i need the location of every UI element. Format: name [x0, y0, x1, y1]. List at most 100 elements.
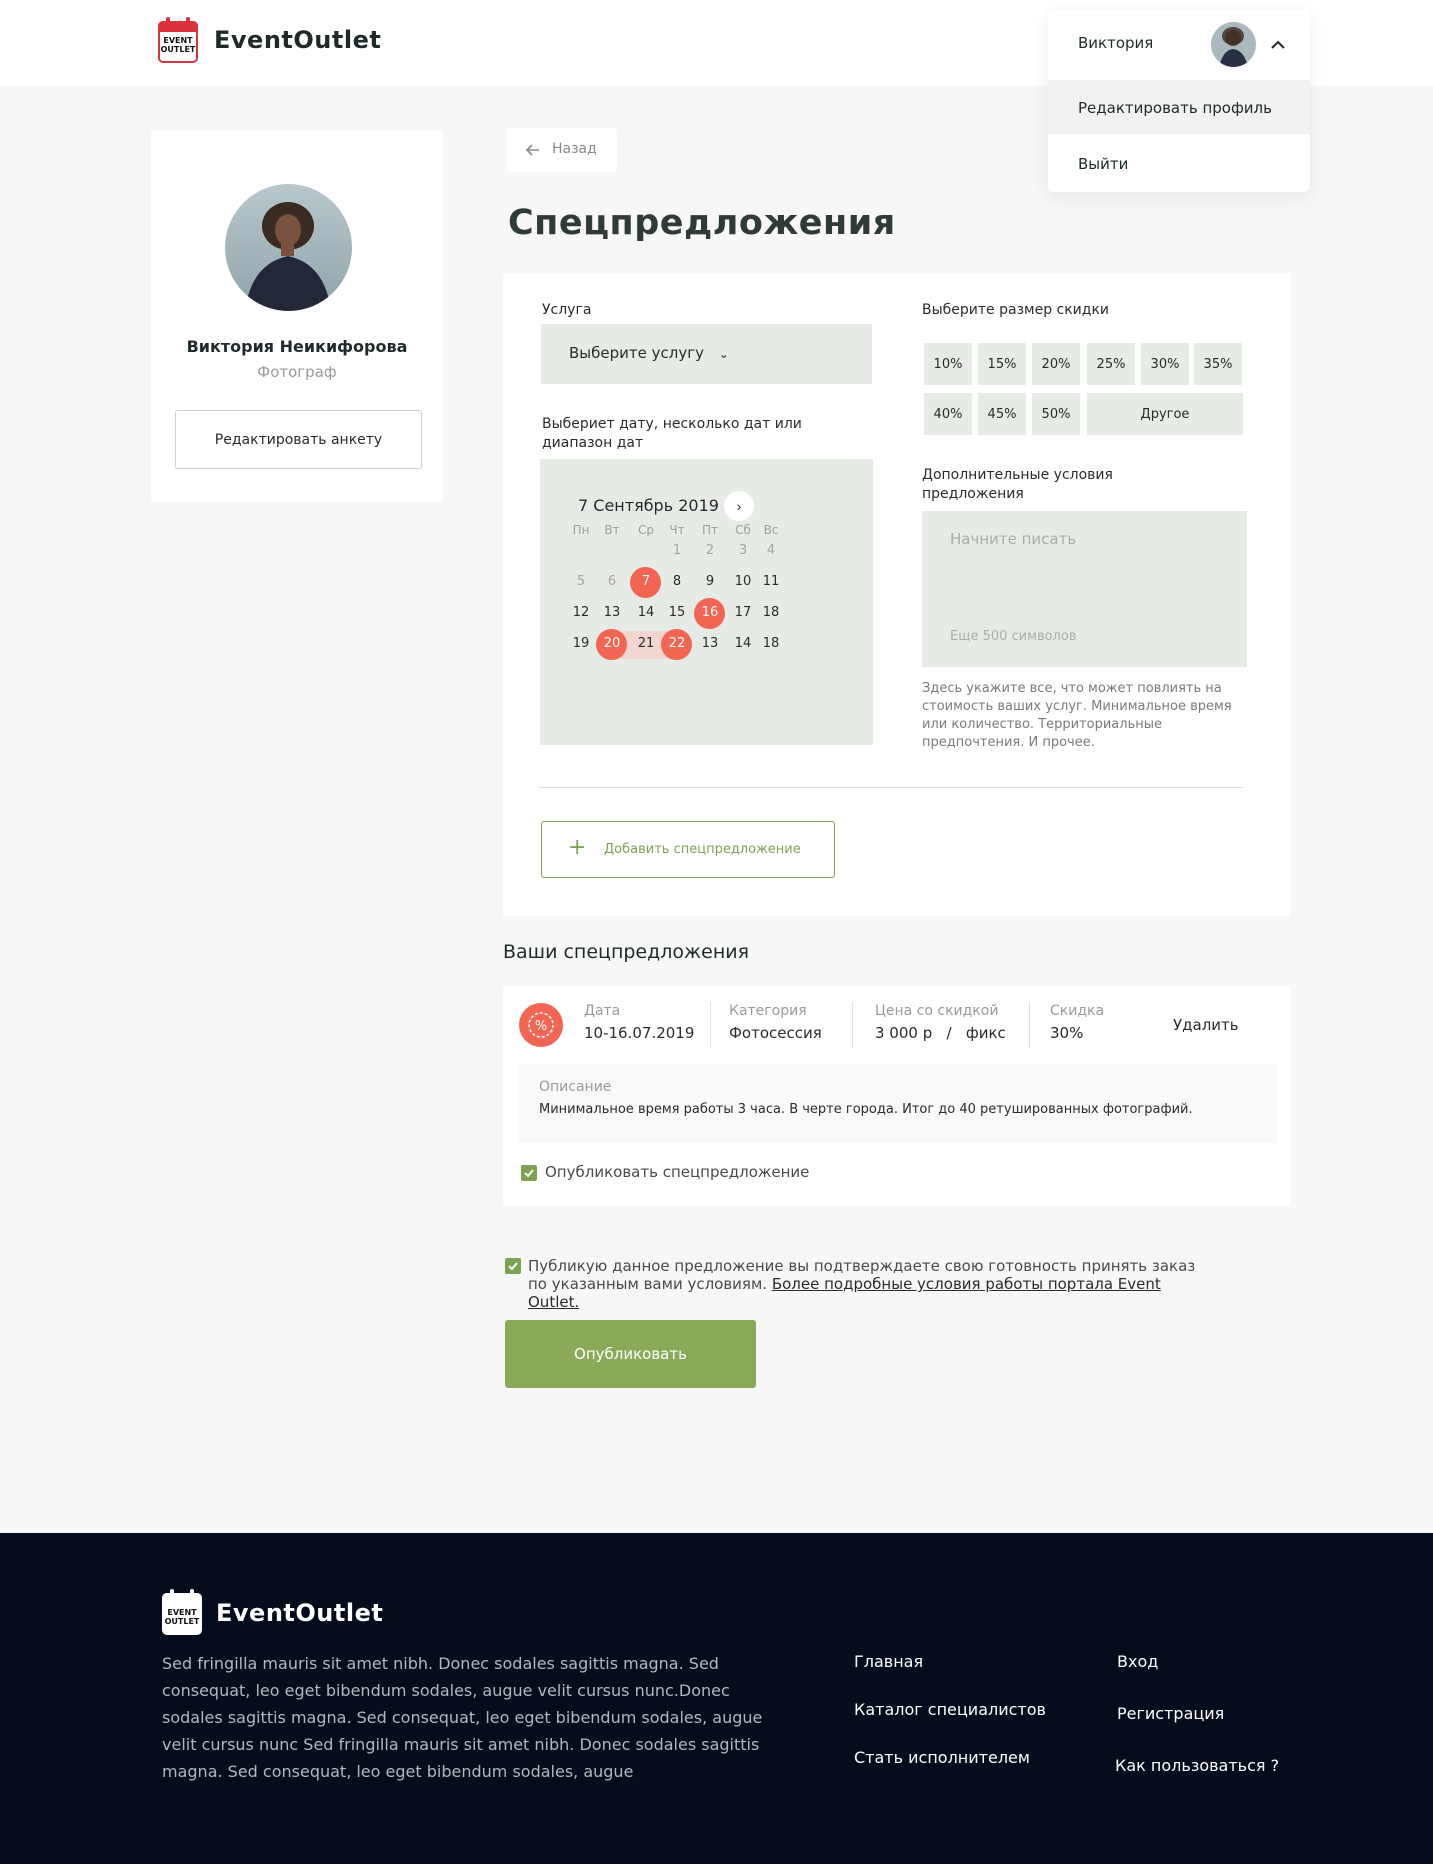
discount-chip[interactable]: 10%: [924, 343, 972, 385]
footer-link-register[interactable]: Регистрация: [1117, 1704, 1224, 1723]
offer-date-value: 10-16.07.2019: [584, 1024, 695, 1042]
delete-offer-button[interactable]: Удалить: [1173, 1016, 1239, 1034]
calendar-day[interactable]: 18: [754, 605, 788, 620]
footer-logo-text[interactable]: EventOutlet: [216, 1599, 383, 1627]
confirm-line-1: Публикую данное предложение вы подтвержд…: [528, 1257, 1196, 1275]
plus-icon: +: [568, 835, 587, 860]
avatar: [225, 184, 352, 311]
offer-category-value: Фотосессия: [729, 1024, 822, 1042]
conditions-placeholder: Начните писать: [950, 530, 1077, 548]
confirm-terms-text: Публикую данное предложение вы подтвержд…: [528, 1257, 1208, 1311]
publish-offer-checkbox[interactable]: [521, 1165, 537, 1181]
discount-chip[interactable]: 45%: [978, 393, 1026, 435]
calendar-day[interactable]: 19: [564, 636, 598, 651]
calendar-weekday: Вс: [763, 523, 779, 537]
profile-full-name: Виктория Неикифорова: [186, 337, 408, 356]
check-icon: [508, 1262, 518, 1271]
calendar-weekday: Ср: [638, 523, 654, 537]
menu-item-logout[interactable]: Выйти: [1078, 155, 1128, 173]
description-label: Описание: [539, 1079, 612, 1095]
calendar-day[interactable]: 6: [595, 574, 629, 589]
calendar-day[interactable]: 22: [660, 636, 694, 651]
avatar[interactable]: [1211, 22, 1256, 67]
profile-sidebar: Виктория Неикифорова Фотограф Редактиров…: [151, 131, 443, 502]
calendar-day[interactable]: 4: [754, 543, 788, 558]
page-title: Спецпредложения: [508, 203, 896, 243]
offer-description: Описание Минимальное время работы 3 часа…: [519, 1064, 1277, 1143]
calendar-title: 7 Сентябрь 2019: [578, 496, 719, 515]
calendar-day[interactable]: 13: [595, 605, 629, 620]
discount-chip[interactable]: 20%: [1032, 343, 1080, 385]
calendar-day[interactable]: 21: [629, 636, 663, 651]
conditions-textarea[interactable]: Начните писать Еще 500 символов: [922, 511, 1247, 667]
confirm-line-2: по указанным вами условиям.: [528, 1275, 768, 1293]
site-footer: EVENT OUTLET EventOutlet Sed fringilla m…: [0, 1533, 1433, 1864]
add-offer-button[interactable]: + Добавить спецпредложение: [541, 821, 835, 878]
publish-offer-label: Опубликовать спецпредложение: [545, 1163, 810, 1181]
footer-link-how-to-use[interactable]: Как пользоваться ?: [1115, 1756, 1279, 1775]
calendar-day[interactable]: 1: [660, 543, 694, 558]
column-separator: [1029, 1002, 1030, 1048]
calendar-day[interactable]: 18: [754, 636, 788, 651]
publish-button[interactable]: Опубликовать: [505, 1320, 756, 1388]
chevron-up-icon[interactable]: [1270, 38, 1286, 52]
calendar-day[interactable]: 7: [629, 574, 663, 589]
confirm-terms-checkbox[interactable]: [505, 1258, 521, 1274]
service-select[interactable]: Выберите услугу ⌄: [541, 324, 872, 384]
logo-text[interactable]: EventOutlet: [214, 26, 381, 54]
discount-badge-icon: %: [519, 1003, 563, 1047]
description-value: Минимальное время работы 3 часа. В черте…: [539, 1102, 1193, 1117]
calendar-weekday: Пт: [701, 523, 718, 537]
offer-price-value: 3 000 р / фикс: [875, 1024, 1006, 1042]
calendar-day[interactable]: 9: [693, 574, 727, 589]
back-label: Назад: [552, 141, 597, 157]
edit-profile-button[interactable]: Редактировать анкету: [175, 410, 422, 469]
discount-chip[interactable]: 50%: [1032, 393, 1080, 435]
logo-badge-text: EVENT OUTLET: [160, 36, 196, 54]
discount-chip[interactable]: 35%: [1194, 343, 1242, 385]
calendar-next-button[interactable]: ›: [724, 491, 754, 521]
calendar-day[interactable]: 20: [595, 636, 629, 651]
calendar-weekday: Вт: [604, 523, 620, 537]
service-select-value: Выберите услугу: [569, 344, 704, 362]
footer-link-catalog[interactable]: Каталог специалистов: [854, 1700, 1046, 1719]
footer-link-login[interactable]: Вход: [1117, 1652, 1158, 1671]
offer-discount-label: Скидка: [1050, 1003, 1105, 1019]
calendar-day[interactable]: 8: [660, 574, 694, 589]
chevron-down-icon: ⌄: [718, 347, 729, 361]
profile-role: Фотограф: [257, 363, 337, 381]
footer-link-home[interactable]: Главная: [854, 1652, 923, 1671]
column-separator: [710, 1002, 711, 1048]
offer-discount-value: 30%: [1050, 1024, 1084, 1042]
calendar-day[interactable]: 13: [693, 636, 727, 651]
date-label: Выбериет дату, несколько дат или диапазо…: [542, 416, 802, 451]
calendar-day[interactable]: 14: [629, 605, 663, 620]
footer-link-become-performer[interactable]: Стать исполнителем: [854, 1748, 1030, 1767]
discount-chip[interactable]: 30%: [1141, 343, 1189, 385]
profile-dropdown: Виктория Редактировать профиль Выйти: [1048, 10, 1310, 192]
check-icon: [524, 1169, 534, 1178]
calendar-weekday: Чт: [669, 523, 685, 537]
calendar-day[interactable]: 12: [564, 605, 598, 620]
svg-text:%: %: [535, 1019, 547, 1034]
footer-description: Sed fringilla mauris sit amet nibh. Done…: [162, 1654, 763, 1781]
calendar-day[interactable]: 15: [660, 605, 694, 620]
calendar-day[interactable]: 5: [564, 574, 598, 589]
offer-card: % Дата 10-16.07.2019 Категория Фотосесси…: [503, 986, 1290, 1206]
offer-date-label: Дата: [584, 1003, 621, 1019]
menu-item-edit-profile[interactable]: Редактировать профиль: [1048, 80, 1310, 134]
logo-icon[interactable]: EVENT OUTLET: [162, 1589, 202, 1635]
calendar: 7 Сентябрь 2019 › Пн Вт Ср Чт Пт Сб Вс 1 2 3 4 5 6 7 8…: [540, 459, 873, 745]
discount-chip[interactable]: 40%: [924, 393, 972, 435]
calendar-day[interactable]: 2: [693, 543, 727, 558]
discount-chip[interactable]: 25%: [1087, 343, 1135, 385]
back-button[interactable]: Назад: [507, 128, 617, 172]
profile-name[interactable]: Виктория: [1078, 34, 1153, 52]
logo-icon[interactable]: EVENT OUTLET: [158, 17, 198, 63]
calendar-day[interactable]: 11: [754, 574, 788, 589]
conditions-hint: Здесь укажите все, что может повлиять на…: [922, 681, 1232, 750]
calendar-day[interactable]: 16: [693, 605, 727, 620]
discount-chip[interactable]: 15%: [978, 343, 1026, 385]
discount-chip-other[interactable]: Другое: [1087, 393, 1243, 435]
discount-label: Выберите размер скидки: [922, 302, 1110, 318]
